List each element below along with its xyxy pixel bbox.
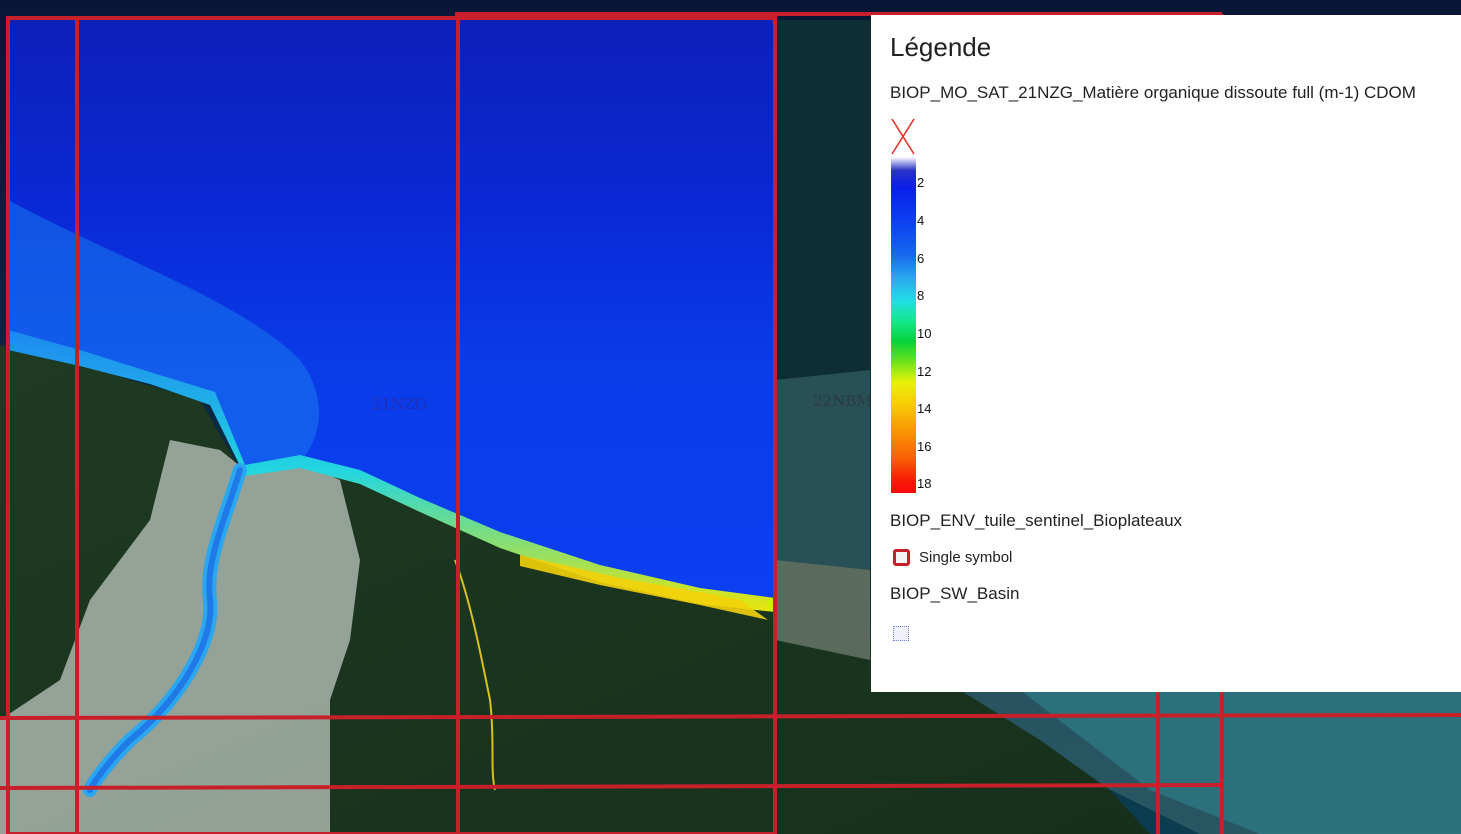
color-ramp: 2 4 6 8 10 12 14 16 18: [891, 157, 1011, 493]
ramp-tick: 2: [917, 175, 925, 190]
legend-layer-tiles: BIOP_ENV_tuile_sentinel_Bioplateaux Sing…: [890, 511, 1461, 566]
tile-label-21nzg: 21NZG: [372, 395, 427, 413]
layer-name-tiles: BIOP_ENV_tuile_sentinel_Bioplateaux: [890, 511, 1183, 530]
ramp-tick: 8: [917, 288, 925, 303]
legend-symbol-row: Single symbol: [890, 549, 1461, 566]
layer-name-basin: BIOP_SW_Basin: [890, 584, 1020, 603]
ramp-tick: 6: [917, 251, 925, 266]
red-x-icon: [891, 118, 915, 155]
ramp-tick: 18: [917, 476, 932, 491]
ramp-tick: 10: [917, 326, 932, 341]
layer-name-cdom: BIOP_MO_SAT_21NZG_Matière organique diss…: [890, 83, 1416, 102]
single-symbol-icon: [893, 549, 910, 566]
color-ramp-bar: [891, 157, 916, 493]
basin-polygon-icon: [893, 626, 909, 641]
legend-panel: Légende BIOP_MO_SAT_21NZG_Matière organi…: [871, 15, 1461, 692]
ramp-tick: 14: [917, 401, 932, 416]
tile-label-22nbm: 22NBM: [813, 392, 872, 410]
ramp-tick: 12: [917, 364, 932, 379]
ramp-tick: 4: [917, 213, 925, 228]
legend-layer-basin: BIOP_SW_Basin: [890, 584, 1461, 646]
legend-title: Légende: [890, 32, 992, 62]
legend-layer-cdom: BIOP_MO_SAT_21NZG_Matière organique diss…: [890, 83, 1461, 493]
single-symbol-label: Single symbol: [919, 549, 1013, 566]
ramp-tick: 16: [917, 439, 932, 454]
